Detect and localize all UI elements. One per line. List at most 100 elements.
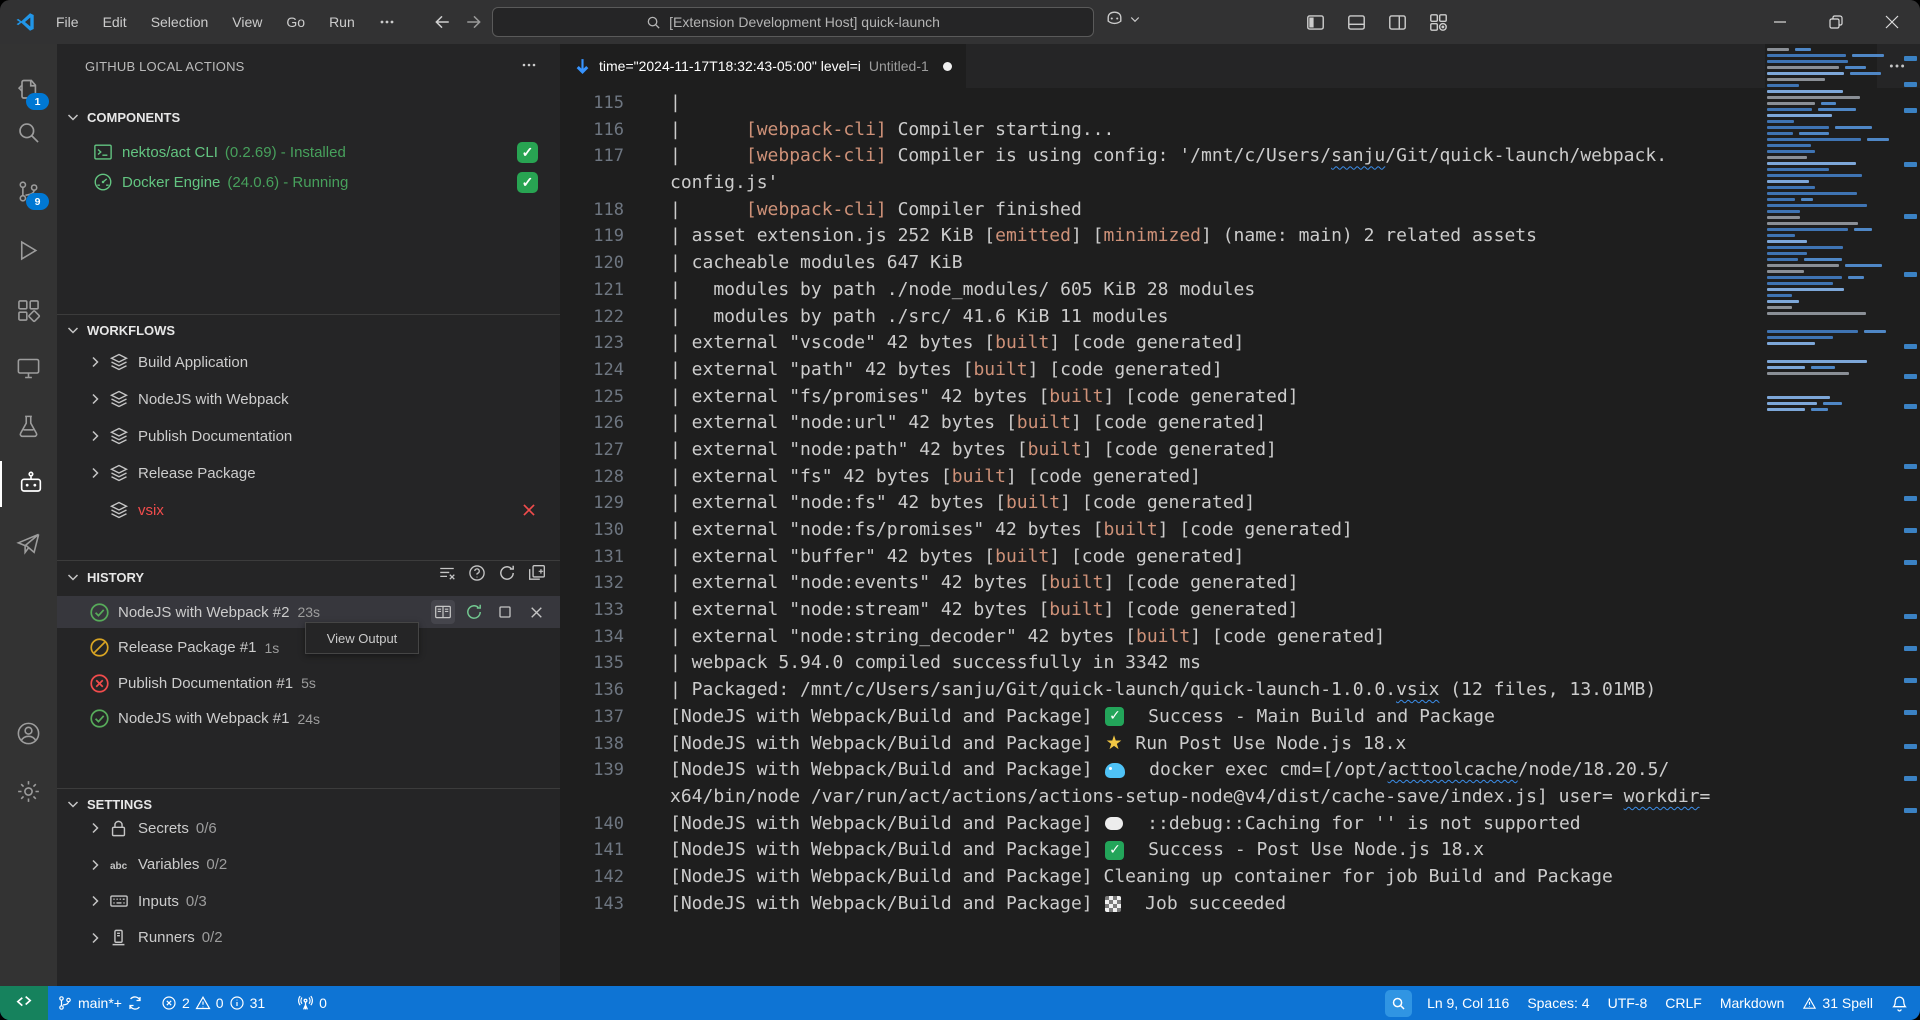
component-item[interactable]: nektos/act CLI (0.2.69) - Installed✓	[57, 136, 560, 168]
stop-icon[interactable]	[493, 600, 517, 624]
help-icon[interactable]	[468, 564, 486, 582]
minimap-line	[1848, 276, 1864, 279]
view-output-icon[interactable]	[431, 600, 455, 624]
line-number: 124	[560, 357, 624, 384]
speech-emoji-icon	[1105, 817, 1123, 830]
bell-icon	[1891, 995, 1908, 1012]
eol-sequence[interactable]: CRLF	[1656, 986, 1711, 1020]
customize-layout-icon[interactable]	[1423, 9, 1454, 36]
minimap-line	[1767, 198, 1795, 201]
activity-item-search[interactable]	[0, 109, 57, 155]
section-header-workflows[interactable]: WORKFLOWS	[57, 314, 560, 345]
zoom-indicator[interactable]	[1376, 986, 1418, 1020]
github-actions-icon	[15, 531, 42, 558]
remote-indicator[interactable]	[0, 986, 48, 1020]
workflow-item[interactable]: Release Package	[57, 457, 560, 489]
workflow-item[interactable]: vsix	[57, 494, 560, 526]
activity-item-remote-explorer[interactable]	[0, 345, 57, 391]
rerun-icon[interactable]	[462, 600, 486, 624]
activity-item-github-actions[interactable]	[0, 521, 57, 567]
branch-status[interactable]: main*+	[48, 986, 152, 1020]
view-output-tooltip: View Output	[305, 622, 419, 654]
history-item[interactable]: NodeJS with Webpack #1 24s	[57, 703, 560, 735]
encoding[interactable]: UTF-8	[1599, 986, 1657, 1020]
menu-more-button[interactable]	[367, 9, 407, 35]
close-button[interactable]	[1864, 0, 1920, 44]
forward-button[interactable]	[465, 13, 483, 31]
toggle-primary-sidebar-icon[interactable]	[1300, 9, 1331, 36]
error-count: 2	[182, 995, 190, 1011]
settings-item[interactable]: Runners 0/2	[57, 922, 560, 954]
minimize-button[interactable]	[1752, 0, 1808, 44]
radio-tower-status[interactable]: 0	[288, 986, 336, 1020]
back-button[interactable]	[433, 13, 451, 31]
toggle-secondary-sidebar-icon[interactable]	[1382, 9, 1413, 36]
activity-item-explorer[interactable]: 1	[0, 68, 57, 114]
code-line: 115|	[560, 90, 1920, 117]
component-check-icon: ✓	[517, 172, 538, 193]
layers-icon	[109, 500, 129, 520]
workflow-error-icon[interactable]	[520, 501, 538, 519]
collapse-all-icon[interactable]	[528, 564, 546, 582]
restore-button[interactable]	[1808, 0, 1864, 44]
minimap-line	[1767, 288, 1844, 291]
settings-item[interactable]: abc Variables 0/2	[57, 849, 560, 881]
activity-item-accounts[interactable]	[0, 710, 57, 756]
refresh-icon[interactable]	[498, 564, 516, 582]
code-line: 122| modules by path ./src/ 41.6 KiB 11 …	[560, 304, 1920, 331]
activity-item-source-control[interactable]: 9	[0, 168, 57, 214]
minimap-line	[1767, 54, 1846, 57]
line-number: 119	[560, 223, 624, 250]
activity-item-run-and-debug[interactable]	[0, 227, 57, 273]
workflow-item[interactable]: Build Application	[57, 346, 560, 378]
menu-run[interactable]: Run	[317, 9, 367, 35]
copilot-icon	[1104, 8, 1125, 29]
code-line: 136| Packaged: /mnt/c/Users/sanju/Git/qu…	[560, 677, 1920, 704]
menu-file[interactable]: File	[44, 9, 91, 35]
settings-item[interactable]: Inputs 0/3	[57, 885, 560, 917]
branch-name: main*+	[78, 995, 122, 1011]
spell-checker-status[interactable]: 31 Spell	[1793, 986, 1882, 1020]
search-icon	[15, 119, 42, 146]
language-mode[interactable]: Markdown	[1711, 986, 1794, 1020]
minimap[interactable]	[1765, 44, 1877, 986]
problems-status[interactable]: 2 0 31	[152, 986, 274, 1020]
activity-item-github-local-actions[interactable]	[0, 461, 59, 507]
sidebar-more-actions-button[interactable]	[518, 54, 540, 76]
menu-selection[interactable]: Selection	[139, 9, 221, 35]
activity-item-extensions[interactable]	[0, 287, 57, 333]
chevron-down-icon	[65, 796, 81, 812]
section-header-history[interactable]: HISTORY	[57, 560, 560, 593]
cursor-position[interactable]: Ln 9, Col 116	[1418, 986, 1518, 1020]
minimap-line	[1767, 222, 1858, 225]
menu-edit[interactable]: Edit	[91, 9, 139, 35]
workflow-item[interactable]: Publish Documentation	[57, 420, 560, 452]
overview-ruler[interactable]	[1900, 44, 1920, 986]
component-item[interactable]: Docker Engine (24.0.6) - Running✓	[57, 166, 560, 198]
workflow-item[interactable]: NodeJS with Webpack	[57, 383, 560, 415]
toggle-panel-icon[interactable]	[1341, 9, 1372, 36]
menu-go[interactable]: Go	[274, 9, 317, 35]
history-item[interactable]: Publish Documentation #1 5s	[57, 667, 560, 699]
spell-info-mark	[1904, 646, 1917, 651]
section-header-components[interactable]: COMPONENTS	[57, 102, 560, 132]
line-number: 125	[560, 384, 624, 411]
line-number: 123	[560, 330, 624, 357]
run-status-cancelled-icon	[89, 637, 109, 658]
notifications-bell[interactable]	[1882, 986, 1920, 1020]
tab-untitled-1[interactable]: time="2024-11-17T18:32:43-05:00" level=i…	[560, 44, 966, 88]
activity-item-manage-settings[interactable]	[0, 768, 57, 814]
dismiss-icon[interactable]	[524, 600, 548, 624]
command-center-search[interactable]: [Extension Development Host] quick-launc…	[492, 7, 1094, 37]
copilot-menu[interactable]	[1104, 8, 1141, 29]
activity-item-testing[interactable]	[0, 403, 57, 449]
component-status: (24.0.6) - Running	[227, 174, 348, 191]
editor-content[interactable]: 115|116| [webpack-cli] Compiler starting…	[560, 88, 1920, 986]
settings-item[interactable]: Secrets 0/6	[57, 812, 560, 844]
indentation[interactable]: Spaces: 4	[1518, 986, 1598, 1020]
menu-view[interactable]: View	[220, 9, 274, 35]
workflow-label: vsix	[138, 502, 164, 519]
vscode-logo-icon	[14, 11, 36, 33]
modified-dot-icon[interactable]	[943, 62, 952, 71]
clear-history-icon[interactable]	[438, 564, 456, 582]
